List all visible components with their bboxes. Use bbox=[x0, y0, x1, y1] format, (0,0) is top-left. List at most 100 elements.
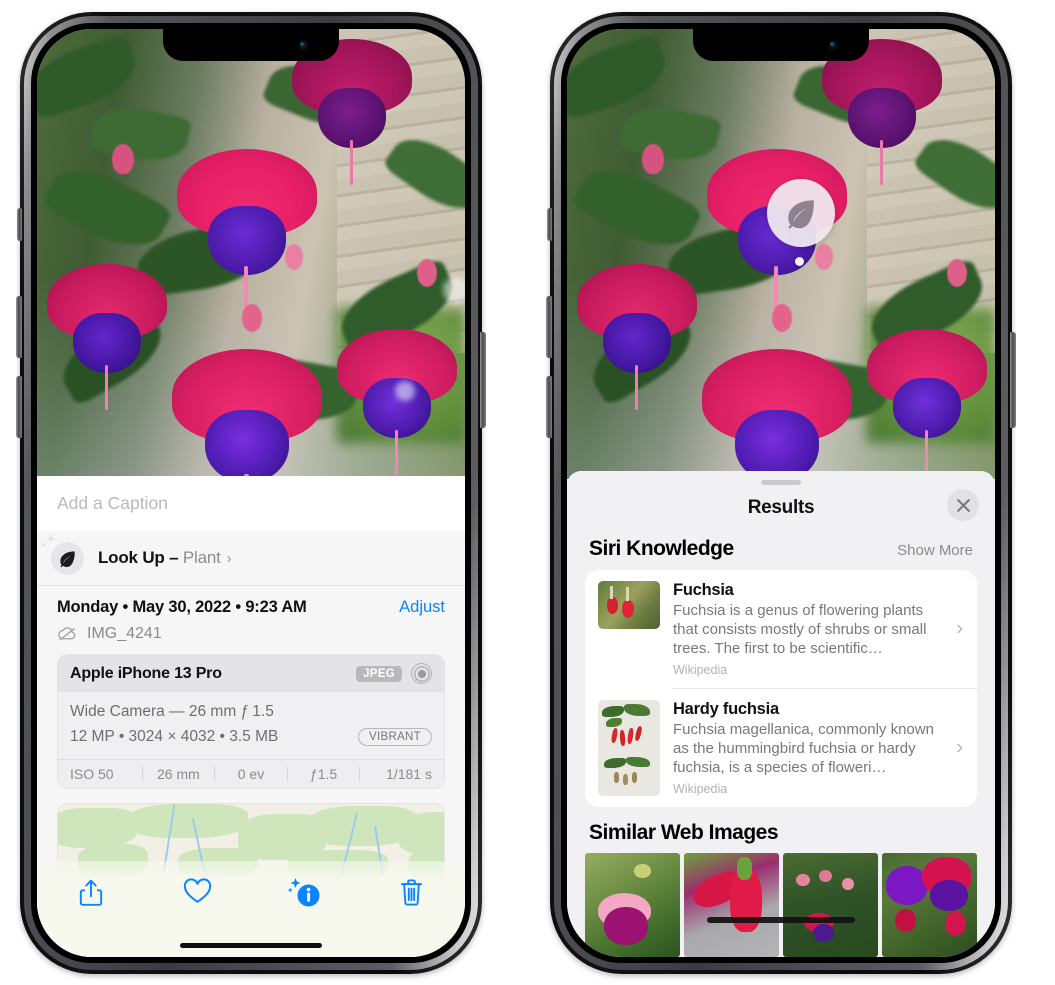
results-header: Results bbox=[567, 485, 995, 531]
knowledge-item-body: Fuchsia Fuchsia is a genus of flowering … bbox=[660, 581, 965, 677]
photo-info-sheet: Add a Caption Look Up – Plant › Monday •… bbox=[37, 476, 465, 957]
web-image-red-fuchsia-closeup[interactable] bbox=[684, 853, 779, 957]
share-icon bbox=[79, 879, 102, 906]
knowledge-item-description: Fuchsia magellanica, commonly known as t… bbox=[673, 721, 934, 777]
home-indicator[interactable] bbox=[180, 943, 322, 948]
map-greenspace bbox=[58, 807, 138, 848]
stat-shutter-speed: 1/181 s bbox=[386, 765, 432, 782]
web-image-fuchsia-bush[interactable] bbox=[783, 853, 878, 957]
volume-down-button[interactable] bbox=[16, 376, 22, 438]
photographic-style-badge: VIBRANT bbox=[358, 728, 432, 747]
adjust-button[interactable]: Adjust bbox=[399, 598, 445, 617]
image-size-info: 12 MP • 3024 × 4032 • 3.5 MB bbox=[70, 727, 279, 745]
flower-bud bbox=[772, 304, 792, 332]
similar-web-images-title: Similar Web Images bbox=[589, 821, 779, 845]
power-button[interactable] bbox=[1010, 332, 1016, 428]
silent-switch[interactable] bbox=[17, 208, 22, 241]
knowledge-item-title: Fuchsia bbox=[673, 581, 734, 599]
flower-bud bbox=[242, 304, 262, 332]
knowledge-item-source: Wikipedia bbox=[673, 663, 728, 678]
siri-knowledge-title: Siri Knowledge bbox=[589, 537, 734, 560]
close-button[interactable] bbox=[947, 489, 979, 521]
power-button[interactable] bbox=[480, 332, 486, 428]
format-badge: JPEG bbox=[356, 665, 402, 682]
hardy-fuchsia-specimen-thumb bbox=[598, 700, 660, 797]
exif-stats: ISO 50 26 mm 0 ev ƒ1.5 1/181 s bbox=[58, 758, 444, 788]
sparkles-icon bbox=[41, 533, 56, 547]
screenshot-root: Add a Caption Look Up – Plant › Monday •… bbox=[0, 0, 1055, 985]
trash-icon bbox=[401, 879, 422, 906]
stat-aperture: ƒ1.5 bbox=[309, 765, 338, 782]
results-sheet: Results Siri Knowledge Show More Fuchsia… bbox=[567, 471, 995, 957]
fuchsia-red-flowers-thumb bbox=[598, 581, 660, 629]
front-camera-icon bbox=[298, 40, 309, 51]
notch bbox=[163, 29, 339, 61]
heart-icon bbox=[183, 878, 212, 903]
map-greenspace bbox=[128, 803, 248, 838]
exif-card: Apple iPhone 13 Pro JPEG Wide Camera — 2… bbox=[57, 654, 445, 789]
leaf-icon bbox=[60, 550, 75, 567]
info-sparkle-icon bbox=[287, 878, 319, 907]
lookup-badge bbox=[41, 533, 84, 575]
camera-device: Apple iPhone 13 Pro bbox=[70, 664, 222, 682]
look-up-label: Look Up – Plant › bbox=[98, 548, 232, 568]
right-screen: Results Siri Knowledge Show More Fuchsia… bbox=[567, 29, 995, 957]
chevron-right-icon: › bbox=[956, 617, 963, 640]
device-bezel: Results Siri Knowledge Show More Fuchsia… bbox=[561, 23, 1001, 963]
exif-header: Apple iPhone 13 Pro JPEG bbox=[58, 655, 444, 692]
caption-placeholder: Add a Caption bbox=[57, 493, 168, 513]
knowledge-item[interactable]: Hardy fuchsia Fuchsia magellanica, commo… bbox=[585, 689, 977, 807]
file-row: IMG_4241 bbox=[37, 619, 465, 654]
stat-focal-length: 26 mm bbox=[156, 765, 200, 782]
bokeh-highlight bbox=[395, 381, 415, 401]
silent-switch[interactable] bbox=[547, 208, 552, 241]
visual-lookup-pointer-dot bbox=[795, 257, 804, 266]
share-button[interactable] bbox=[37, 878, 144, 908]
delete-button[interactable] bbox=[358, 878, 465, 907]
results-title: Results bbox=[747, 497, 815, 518]
stat-iso: ISO 50 bbox=[70, 765, 114, 782]
favorite-button[interactable] bbox=[144, 878, 251, 905]
bokeh-highlight bbox=[443, 277, 465, 303]
chevron-right-icon: › bbox=[226, 550, 232, 567]
volume-up-button[interactable] bbox=[16, 296, 22, 358]
siri-knowledge-card: Fuchsia Fuchsia is a genus of flowering … bbox=[585, 570, 977, 808]
photo-date: Monday • May 30, 2022 • 9:23 AM bbox=[57, 598, 307, 616]
right-phone-device: Results Siri Knowledge Show More Fuchsia… bbox=[546, 12, 1016, 974]
exif-body: Wide Camera — 26 mm ƒ 1.5 12 MP • 3024 ×… bbox=[58, 692, 444, 759]
chevron-right-icon: › bbox=[956, 736, 963, 759]
leaf-icon bbox=[788, 200, 814, 229]
close-x-icon bbox=[956, 498, 970, 512]
knowledge-item-source: Wikipedia bbox=[673, 782, 728, 797]
web-image-pink-fuchsia[interactable] bbox=[585, 853, 680, 957]
fuchsia-bloom bbox=[172, 349, 322, 479]
knowledge-item-title: Hardy fuchsia bbox=[673, 700, 779, 719]
photo-viewer[interactable] bbox=[37, 29, 465, 479]
flower-bud bbox=[642, 144, 664, 174]
photo-viewer[interactable] bbox=[567, 29, 995, 479]
visual-lookup-leaf-badge[interactable] bbox=[767, 179, 835, 247]
look-up-text: Look Up – bbox=[98, 548, 183, 567]
caption-input[interactable]: Add a Caption bbox=[37, 476, 465, 531]
aperture-icon bbox=[411, 663, 432, 684]
web-image-purple-fuchsia[interactable] bbox=[882, 853, 977, 957]
show-more-button[interactable]: Show More bbox=[897, 542, 973, 559]
similar-web-images-strip[interactable] bbox=[567, 853, 995, 957]
scroll-indicator bbox=[707, 917, 855, 923]
volume-down-button[interactable] bbox=[546, 376, 552, 438]
knowledge-item[interactable]: Fuchsia Fuchsia is a genus of flowering … bbox=[585, 570, 977, 688]
look-up-subject: Plant bbox=[182, 548, 221, 567]
date-row: Monday • May 30, 2022 • 9:23 AM Adjust bbox=[37, 586, 465, 619]
notch bbox=[693, 29, 869, 61]
lens-info: Wide Camera — 26 mm ƒ 1.5 bbox=[70, 703, 274, 720]
cloud-slash-icon bbox=[58, 627, 76, 641]
look-up-row[interactable]: Look Up – Plant › bbox=[37, 531, 465, 586]
stat-exposure-value: 0 ev bbox=[237, 765, 265, 782]
info-button[interactable] bbox=[251, 878, 358, 908]
siri-knowledge-header: Siri Knowledge Show More bbox=[567, 531, 995, 570]
left-phone-device: Add a Caption Look Up – Plant › Monday •… bbox=[16, 12, 486, 974]
volume-up-button[interactable] bbox=[546, 296, 552, 358]
knowledge-item-body: Hardy fuchsia Fuchsia magellanica, commo… bbox=[660, 700, 965, 796]
photo-filename: IMG_4241 bbox=[87, 624, 162, 642]
fuchsia-bloom bbox=[702, 349, 852, 479]
